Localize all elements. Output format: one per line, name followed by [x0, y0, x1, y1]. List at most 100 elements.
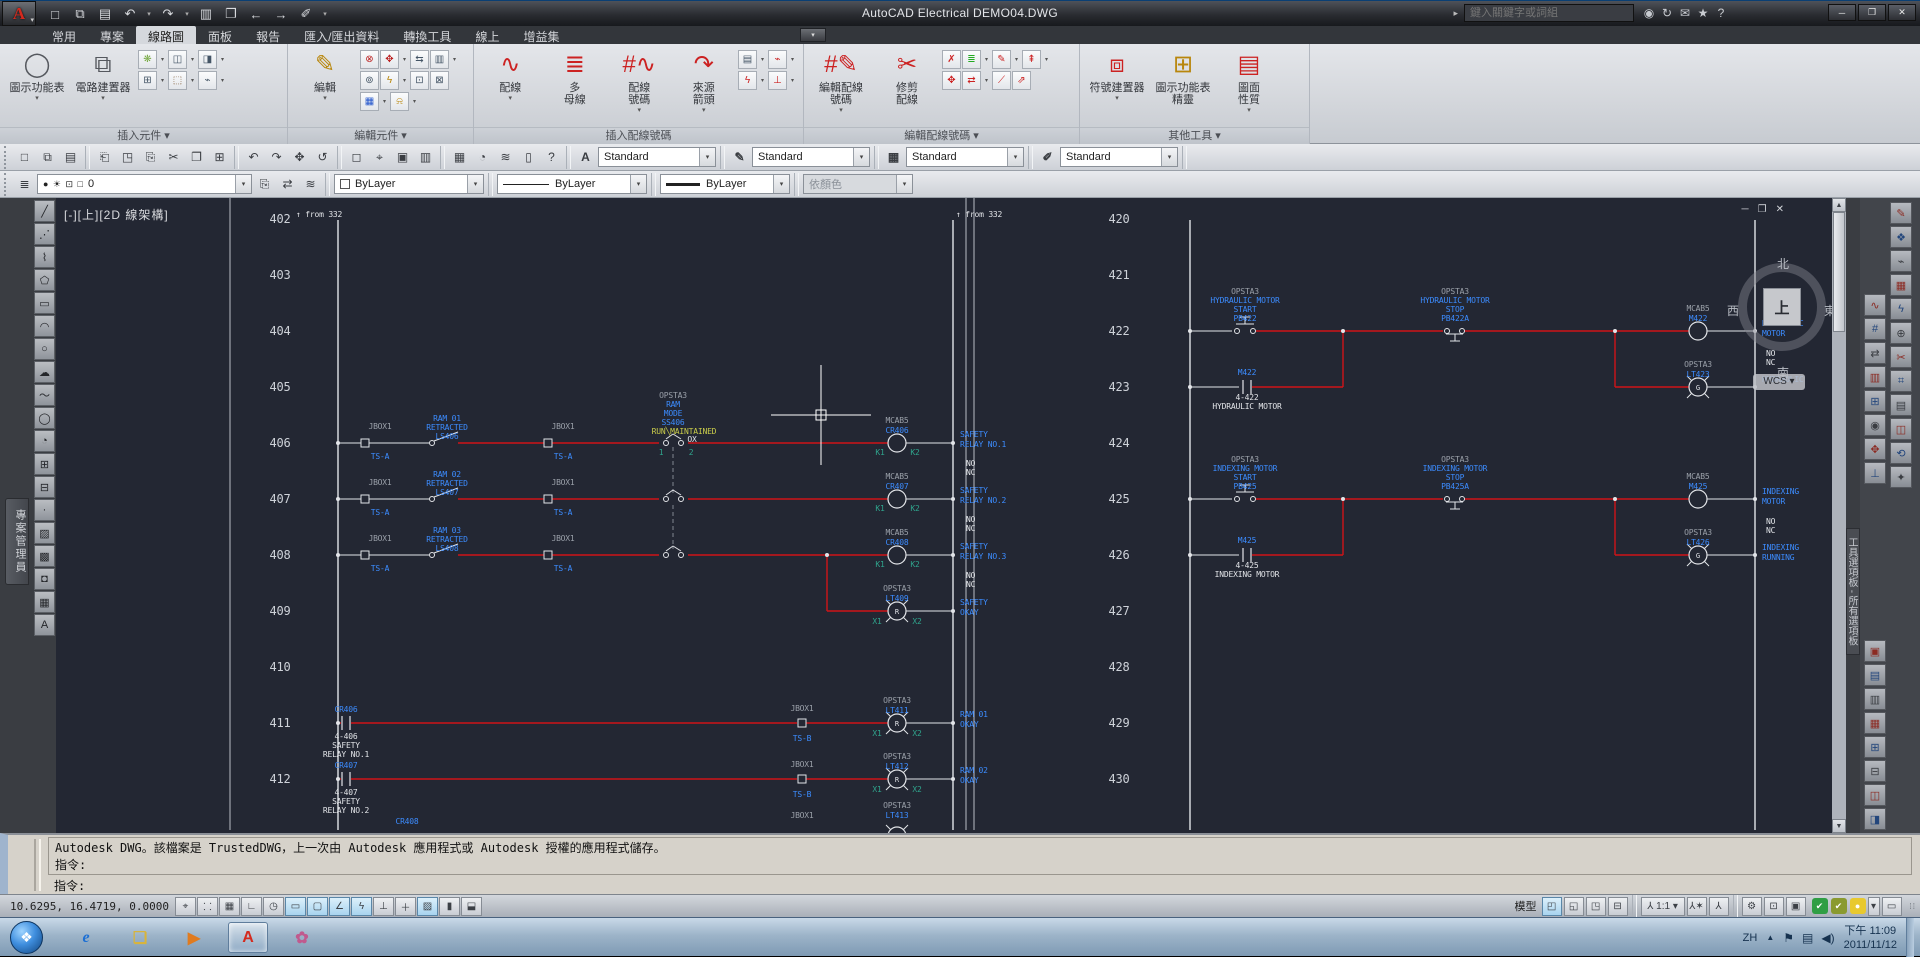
linetype-combo[interactable]: ByLayer▾: [497, 174, 647, 194]
help-icon[interactable]: ?: [1712, 6, 1730, 20]
command-window[interactable]: Autodesk DWG。該檔案是 TrustedDWG，上一次由 Autode…: [0, 833, 1920, 894]
polyline-icon[interactable]: ⌇: [34, 246, 55, 268]
ribbon-small-button[interactable]: ✥: [942, 71, 961, 90]
viewcube-west[interactable]: 西: [1727, 302, 1739, 319]
ribbon-small-button[interactable]: ⇞: [1022, 50, 1041, 69]
wire-number-button[interactable]: #∿配線號碼▾: [609, 48, 670, 122]
quick-view-drawings-button[interactable]: ◳: [1586, 897, 1606, 916]
dock-tool-icon[interactable]: ◫: [1890, 418, 1912, 440]
dock-tool-icon[interactable]: ⌗: [1890, 370, 1912, 392]
drawing-close-icon[interactable]: ✕: [1776, 204, 1784, 215]
dock-tool-icon[interactable]: ❖: [1890, 226, 1912, 248]
infer-constraints-toggle[interactable]: ⌖: [175, 897, 196, 916]
viewcube-north[interactable]: 北: [1777, 255, 1789, 272]
toolbar-icon-1[interactable]: ⧉: [37, 147, 58, 168]
toolbar-lock-icon[interactable]: ⊡: [1764, 897, 1784, 916]
dock-tool-icon[interactable]: ◨: [1864, 808, 1886, 830]
show-desktop-button[interactable]: [1906, 918, 1914, 957]
model-space-label[interactable]: 模型: [1515, 898, 1537, 914]
hardware-accel-icon[interactable]: ▣: [1786, 897, 1806, 916]
quick-properties-toggle[interactable]: ▮: [439, 897, 460, 916]
annotation-auto-button[interactable]: ⅄: [1709, 897, 1729, 916]
polygon-icon[interactable]: ⬠: [34, 269, 55, 291]
edit-button[interactable]: ✎編輯▾: [294, 48, 356, 122]
infocenter-collapse-icon[interactable]: ▸: [1453, 8, 1458, 19]
table-style-icon[interactable]: ▦: [883, 147, 904, 168]
taskbar-clock[interactable]: 下午 11:09 2011/11/12: [1844, 924, 1897, 952]
ribbon-small-button[interactable]: ❋: [138, 50, 157, 69]
workspace-gear-icon[interactable]: ⚙: [1742, 897, 1762, 916]
ribbon-panel-title[interactable]: 插入元件 ▾: [0, 127, 287, 144]
lineweight-display-toggle[interactable]: ＋: [395, 897, 416, 916]
dock-tool-icon[interactable]: ▤: [1864, 664, 1886, 686]
dropdown-icon[interactable]: ▾: [982, 71, 991, 90]
dim-style-icon[interactable]: ✎: [729, 147, 750, 168]
dock-tool-icon[interactable]: ▥: [1864, 688, 1886, 710]
dock-tool-icon[interactable]: ⊟: [1864, 760, 1886, 782]
toolbar-icon-7[interactable]: ❐: [186, 147, 207, 168]
dropdown-icon[interactable]: ▾: [158, 71, 167, 90]
dropdown-icon[interactable]: ▾: [400, 71, 409, 90]
mleader-style-combo[interactable]: Standard▾: [1060, 147, 1178, 167]
ribbon-small-button[interactable]: ⇆: [410, 50, 429, 69]
toolbar-icon-5[interactable]: ⎘: [140, 147, 161, 168]
toolbar-icon-19[interactable]: ≋: [495, 147, 516, 168]
circuit-builder-button[interactable]: ⧉電路建置器▾: [72, 48, 134, 122]
favorites-icon[interactable]: ★: [1694, 6, 1712, 20]
dock-tool-icon[interactable]: ∿: [1864, 294, 1886, 316]
taskbar-explorer[interactable]: ❏: [120, 922, 160, 953]
toolbar-icon-10[interactable]: ↷: [266, 147, 287, 168]
tab-線上[interactable]: 線上: [463, 26, 511, 44]
plot-notify-icon[interactable]: ✔: [1831, 898, 1847, 914]
polar-tracking-toggle[interactable]: ◷: [263, 897, 284, 916]
minimize-button[interactable]: ─: [1828, 4, 1856, 21]
dock-tool-icon[interactable]: ▥: [1864, 366, 1886, 388]
text-style-combo[interactable]: Standard▾: [598, 147, 716, 167]
dock-tool-icon[interactable]: ⊕: [1890, 322, 1912, 344]
object-snap-3d-toggle[interactable]: ▢: [307, 897, 328, 916]
toolbar-icon-0[interactable]: □: [14, 147, 35, 168]
dock-tool-icon[interactable]: ◉: [1864, 414, 1886, 436]
dock-tool-icon[interactable]: ⇄: [1864, 342, 1886, 364]
ribbon-small-button[interactable]: ◨: [198, 50, 217, 69]
ribbon-small-button[interactable]: ⊡: [410, 71, 429, 90]
toolbar-icon-14[interactable]: ⌖: [369, 147, 390, 168]
spline-icon[interactable]: 〜: [34, 384, 55, 406]
dropdown-icon[interactable]: ▾: [450, 50, 459, 69]
ribbon-small-button[interactable]: ⊗: [360, 50, 379, 69]
toolbar-icon-17[interactable]: ▦: [449, 147, 470, 168]
ribbon-small-button[interactable]: ⊚: [360, 71, 379, 90]
dock-tool-icon[interactable]: ⊞: [1864, 736, 1886, 758]
insert-block-icon[interactable]: ⊞: [34, 453, 55, 475]
language-indicator[interactable]: ZH: [1743, 932, 1758, 944]
dropdown-icon[interactable]: ▾: [982, 50, 991, 69]
ribbon-small-button[interactable]: ⟋: [992, 71, 1011, 90]
toolbar-icon-21[interactable]: ?: [541, 147, 562, 168]
ribbon-small-button[interactable]: ⇄: [962, 71, 981, 90]
tab-專案[interactable]: 專案: [88, 26, 136, 44]
ribbon-options-button[interactable]: ▾: [800, 28, 826, 42]
start-button[interactable]: ❖: [10, 921, 43, 954]
dock-tool-icon[interactable]: ⌁: [1890, 250, 1912, 272]
taskbar-ie[interactable]: e: [66, 922, 106, 953]
snap-mode-toggle[interactable]: ⸬: [197, 897, 218, 916]
symbol-builder-button[interactable]: ⧈符號建置器▾: [1086, 48, 1148, 122]
ribbon-small-button[interactable]: ⌁: [198, 71, 217, 90]
rectangle-icon[interactable]: ▭: [34, 292, 55, 314]
ribbon-panel-title[interactable]: 編輯配線號碼 ▾: [804, 127, 1079, 144]
toolbar-icon-16[interactable]: ▥: [415, 147, 436, 168]
point-icon[interactable]: ·: [34, 499, 55, 521]
tab-線路圖[interactable]: 線路圖: [136, 26, 196, 44]
color-combo[interactable]: ByLayer▾: [334, 174, 484, 194]
dropdown-icon[interactable]: ▾: [188, 71, 197, 90]
dock-tool-icon[interactable]: ▦: [1890, 274, 1912, 296]
ribbon-small-button[interactable]: ϟ: [738, 71, 757, 90]
mtext-icon[interactable]: A: [34, 614, 55, 636]
viewcube-wcs-dropdown[interactable]: WCS ▾: [1753, 374, 1805, 390]
layer-combo[interactable]: ● ☀ ⊡ □0▾: [37, 174, 252, 194]
dock-tool-icon[interactable]: ▣: [1864, 640, 1886, 662]
tab-常用[interactable]: 常用: [40, 26, 88, 44]
dock-tool-icon[interactable]: ⊞: [1864, 390, 1886, 412]
ribbon-small-button[interactable]: ▤: [738, 50, 757, 69]
command-window-grip[interactable]: [34, 839, 41, 891]
